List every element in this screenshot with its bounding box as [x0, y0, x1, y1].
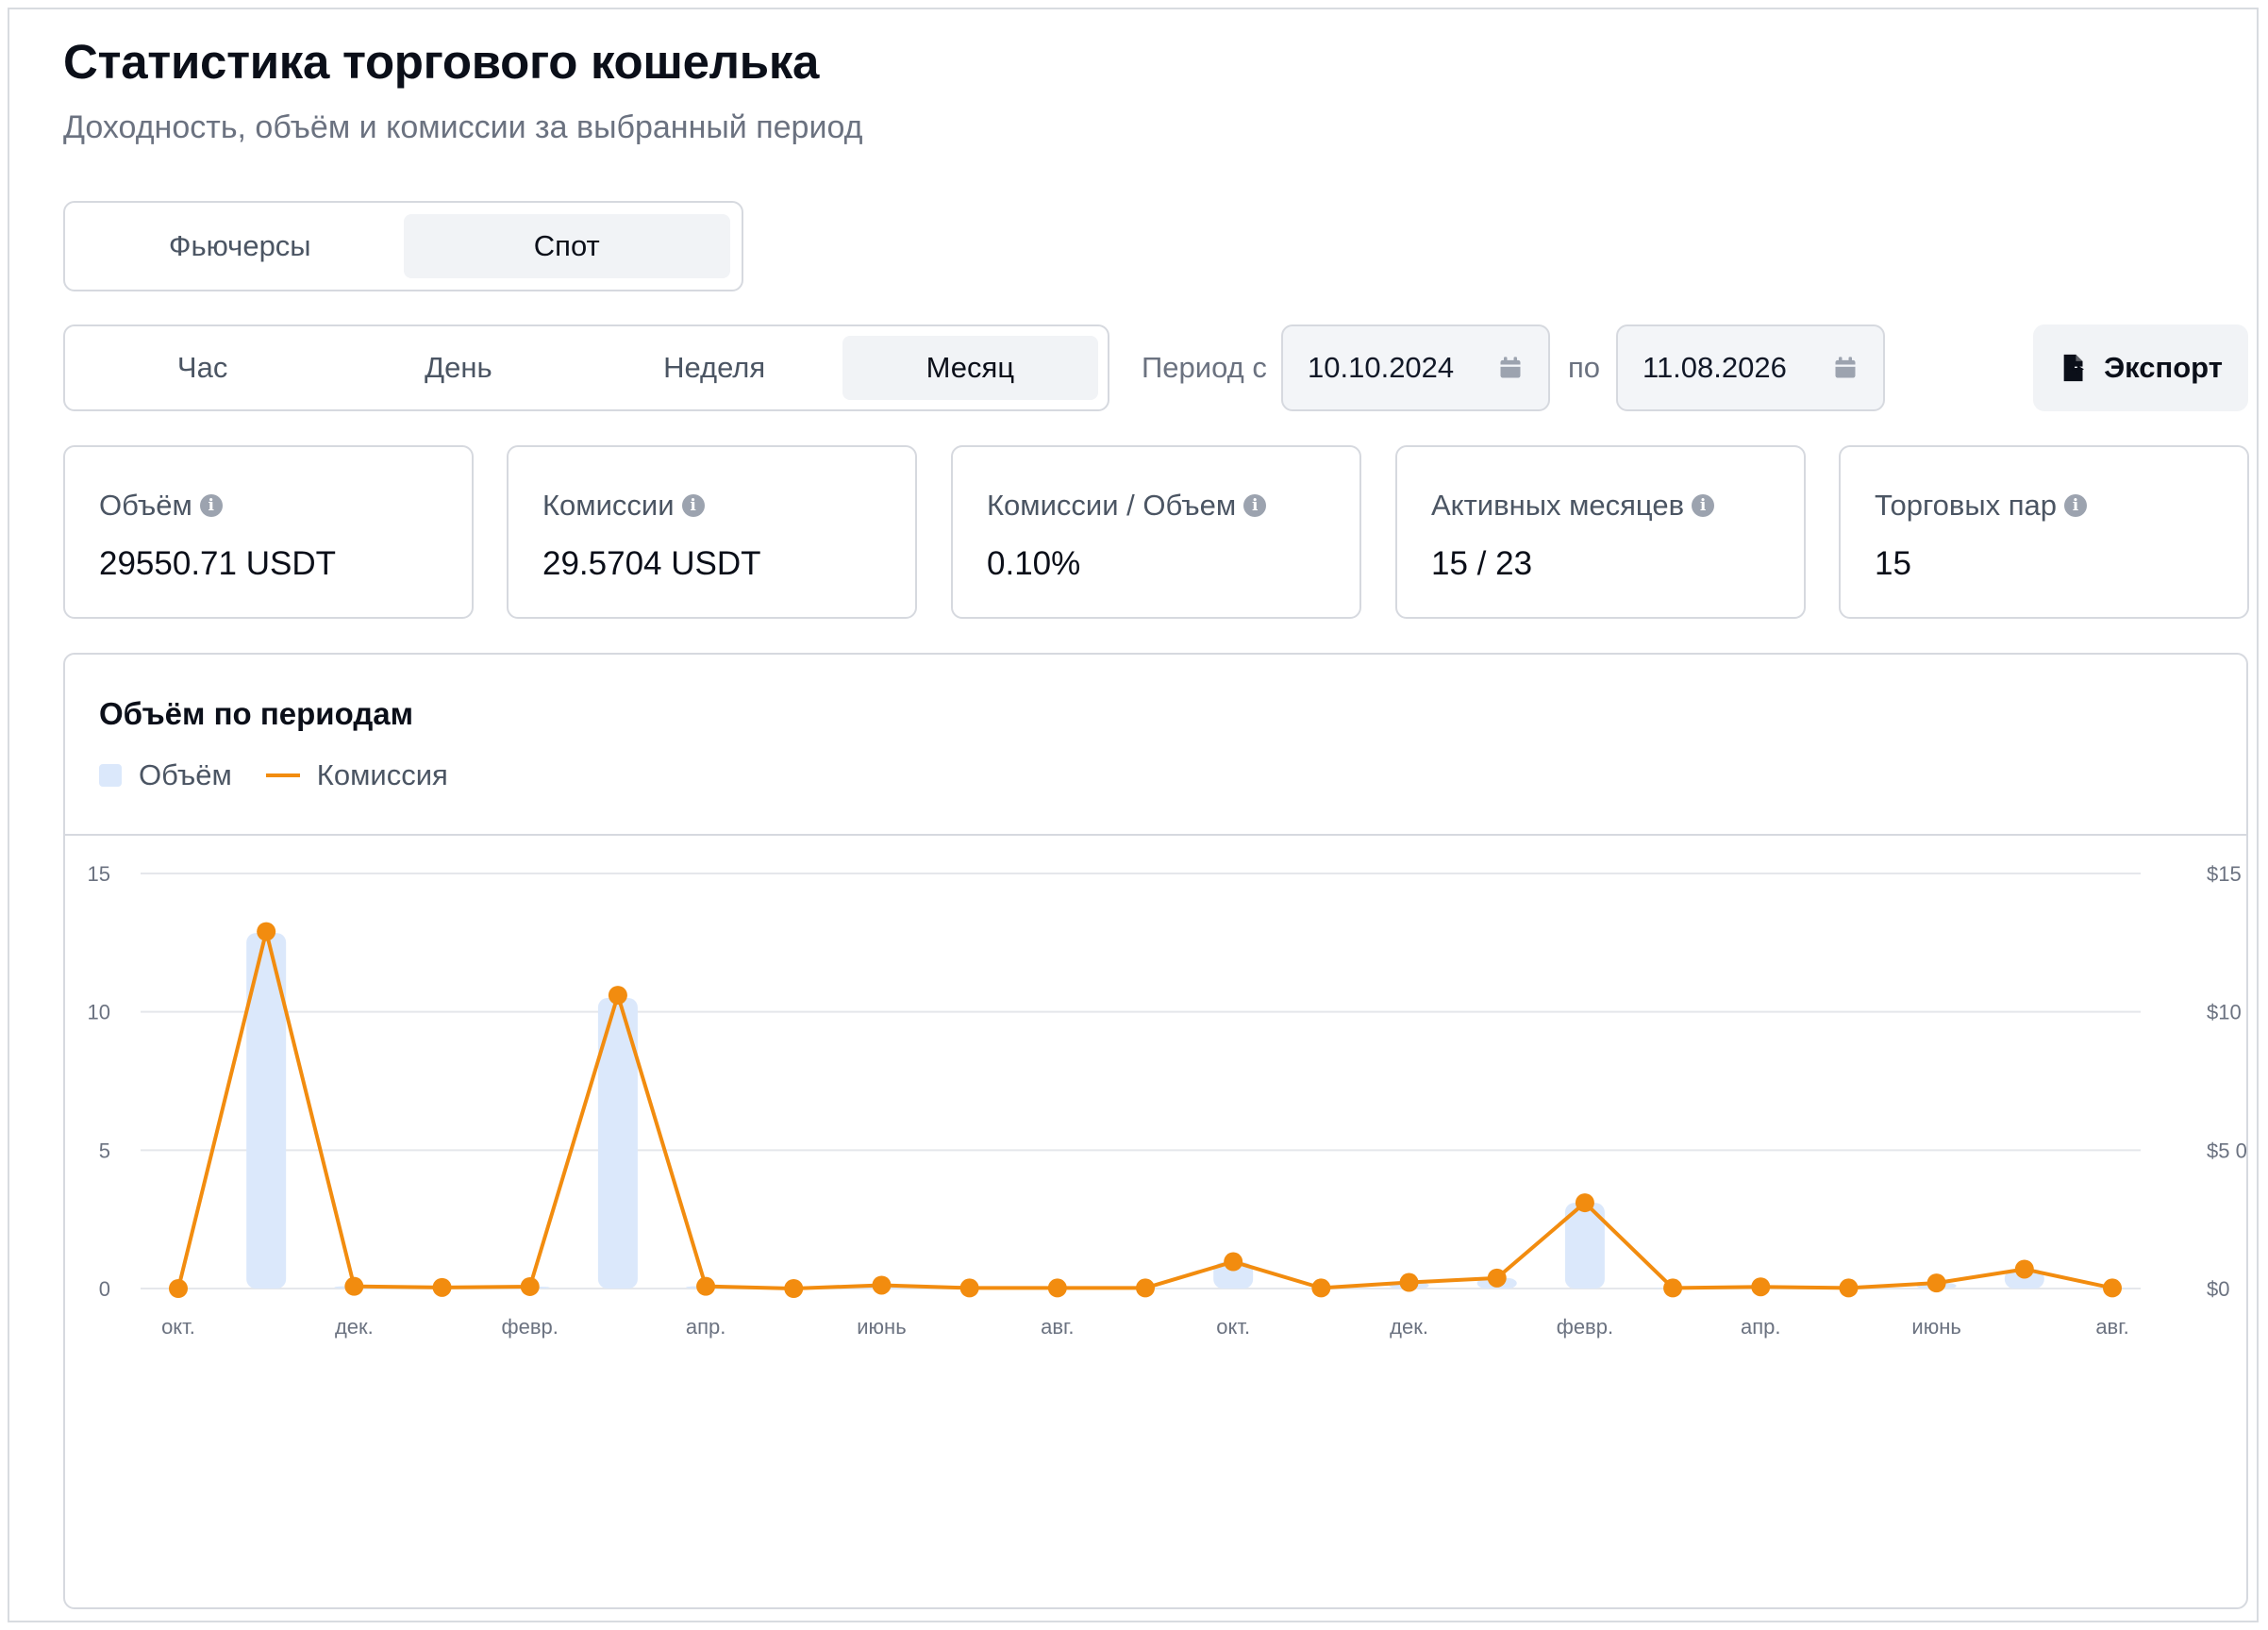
market-type-switch: Фьючерсы Спот: [63, 201, 743, 291]
period-from-label: Период с: [1142, 351, 1267, 384]
x-tick-label: авг.: [2095, 1315, 2128, 1339]
tab-futures[interactable]: Фьючерсы: [76, 214, 404, 278]
fee-point: [696, 1276, 716, 1296]
fee-point: [1311, 1278, 1331, 1298]
stat-value: 29550.71 USDT: [99, 545, 336, 582]
period-granularity-switch: Час День Неделя Месяц: [63, 324, 1109, 411]
stat-card-fees: Комиссии i 29.5704 USDT: [507, 445, 917, 619]
tab-week[interactable]: Неделя: [587, 336, 842, 400]
stat-value: 0.10%: [987, 545, 1081, 582]
info-icon[interactable]: i: [199, 494, 223, 517]
x-tick-label: окт.: [1216, 1315, 1250, 1339]
y-right-tick-label: $0: [2207, 1277, 2229, 1301]
tab-hour[interactable]: Час: [75, 336, 330, 400]
tab-day[interactable]: День: [330, 336, 586, 400]
chart-legend: Объём Комиссия: [99, 758, 448, 792]
y-right-tick-label: $10 000: [2207, 1001, 2246, 1024]
y-right-tick-label: $5 000: [2207, 1139, 2246, 1162]
file-export-icon: [2063, 354, 2085, 382]
stat-label: Объём: [99, 489, 192, 522]
legend-swatch-volume: [99, 764, 122, 787]
fee-point: [2103, 1278, 2122, 1298]
page-title: Статистика торгового кошелька: [63, 35, 820, 89]
volume-chart-plot: 0 5 10 15 $0 $5 000 $10 000 $15 000 окт. дек. февр…: [88, 862, 2246, 1339]
fee-point: [1136, 1278, 1155, 1298]
y-left-tick-label: 5: [99, 1139, 110, 1162]
chart-title: Объём по периодам: [99, 696, 414, 731]
export-label: Экспорт: [2104, 351, 2223, 384]
stat-value: 15: [1875, 545, 1911, 582]
x-tick-label: апр.: [1741, 1315, 1781, 1339]
volume-chart-card: Объём по периодам Объём Комиссия 0 5 10 15 $…: [63, 653, 2248, 1609]
date-from-input[interactable]: 10.10.2024: [1281, 324, 1550, 411]
x-tick-label: окт.: [161, 1315, 195, 1339]
calendar-icon[interactable]: [1832, 355, 1859, 381]
fee-point: [1751, 1277, 1771, 1297]
x-tick-label: дек.: [1390, 1315, 1428, 1339]
export-button[interactable]: Экспорт: [2033, 324, 2248, 411]
info-icon[interactable]: i: [681, 494, 705, 517]
y-left-tick-label: 10: [88, 1001, 110, 1024]
y-left-tick-label: 15: [88, 862, 110, 886]
fee-point: [169, 1279, 188, 1298]
fee-point: [1663, 1278, 1683, 1298]
stat-card-fee-ratio: Комиссии / Объем i 0.10%: [951, 445, 1361, 619]
info-icon[interactable]: i: [2064, 494, 2087, 517]
fee-point: [1224, 1252, 1243, 1272]
y-left-tick-label: 0: [99, 1277, 110, 1301]
fee-line: [176, 929, 2113, 1290]
date-to-value: 11.08.2026: [1643, 351, 1787, 384]
date-to-input[interactable]: 11.08.2026: [1616, 324, 1885, 411]
stat-card-volume: Объём i 29550.71 USDT: [63, 445, 474, 619]
x-tick-label: июнь: [857, 1315, 906, 1339]
fee-point: [2014, 1259, 2034, 1279]
calendar-icon[interactable]: [1497, 355, 1524, 381]
fee-point: [344, 1276, 364, 1296]
stat-label: Активных месяцев: [1431, 489, 1685, 522]
y-right-tick-label: $15 000: [2207, 862, 2246, 886]
x-tick-label: авг.: [1041, 1315, 1074, 1339]
legend-label-volume[interactable]: Объём: [139, 758, 232, 792]
period-to-label: по: [1568, 351, 1601, 384]
fee-point: [784, 1279, 804, 1298]
stat-card-trading-pairs: Торговых пар i 15: [1839, 445, 2249, 619]
x-tick-label: февр.: [1557, 1315, 1613, 1339]
legend-swatch-fee: [265, 773, 300, 777]
fee-point: [608, 986, 627, 1006]
tab-spot[interactable]: Спот: [403, 214, 730, 278]
x-tick-label: июнь: [1911, 1315, 1960, 1339]
fee-point: [1575, 1193, 1594, 1213]
x-tick-label: апр.: [686, 1315, 726, 1339]
stat-card-active-months: Активных месяцев i 15 / 23: [1395, 445, 1806, 619]
stat-value: 29.5704 USDT: [542, 545, 761, 582]
fee-point: [257, 922, 276, 941]
stat-label: Комиссии: [542, 489, 675, 522]
info-icon[interactable]: i: [1692, 494, 1715, 517]
fee-point: [520, 1276, 540, 1296]
page-frame: Статистика торгового кошелька Доходность…: [8, 8, 2259, 1622]
x-tick-label: февр.: [502, 1315, 559, 1339]
stat-label: Комиссии / Объем: [987, 489, 1237, 522]
page-subtitle: Доходность, объём и комиссии за выбранны…: [63, 109, 863, 145]
fee-point: [1839, 1278, 1859, 1298]
x-tick-label: дек.: [335, 1315, 374, 1339]
fee-point: [959, 1278, 979, 1298]
fee-point: [1047, 1278, 1067, 1298]
legend-label-fee[interactable]: Комиссия: [317, 758, 448, 792]
fee-point: [872, 1275, 892, 1295]
stat-label: Торговых пар: [1875, 489, 2057, 522]
tab-month[interactable]: Месяц: [842, 336, 1098, 400]
stat-value: 15 / 23: [1431, 545, 1533, 582]
date-from-value: 10.10.2024: [1308, 351, 1455, 384]
fee-point: [1487, 1268, 1507, 1288]
fee-point: [1926, 1273, 1946, 1293]
info-icon[interactable]: i: [1243, 494, 1267, 517]
fee-point: [432, 1277, 452, 1297]
fee-point: [1399, 1272, 1419, 1292]
